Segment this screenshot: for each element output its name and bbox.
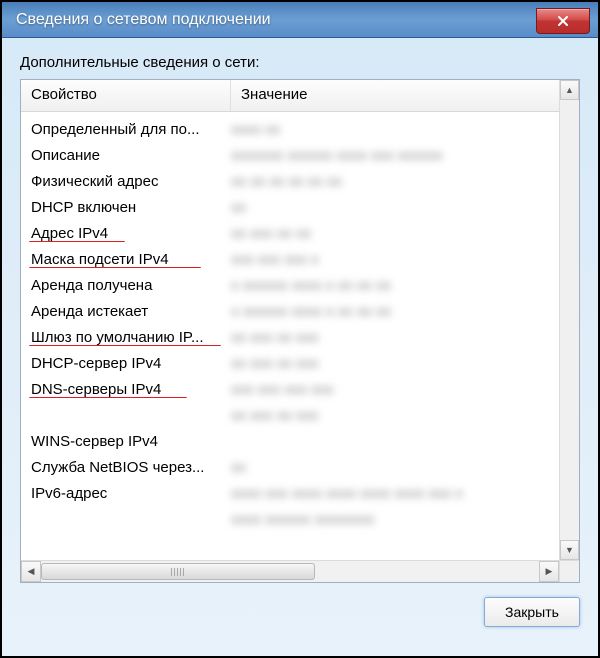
table-row: DNS-серверы IPv4xxx xxx xxx xxx xyxy=(21,376,579,402)
table-row: DHCP включенxx xyxy=(21,194,579,220)
prop-label: Адрес IPv4 xyxy=(21,225,231,242)
prop-label: Описание xyxy=(21,147,231,164)
details-list: Свойство Значение Определенный для по...… xyxy=(20,79,580,583)
prop-label: Служба NetBIOS через... xyxy=(21,459,231,476)
scroll-left-icon[interactable]: ◀ xyxy=(21,561,41,582)
horizontal-scrollbar[interactable]: ◀ ▶ xyxy=(21,560,559,582)
prop-value: xxxx xx xyxy=(231,121,579,138)
scroll-corner xyxy=(559,560,579,582)
table-row: Маска подсети IPv4xxx xxx xxx x xyxy=(21,246,579,272)
scroll-thumb[interactable] xyxy=(41,563,315,580)
table-row: Служба NetBIOS через...xx xyxy=(21,454,579,480)
table-row: xxxx xxxxxx xxxxxxxx xyxy=(21,506,579,532)
prop-value: x xxxxxx xxxx x xx xx xx xyxy=(231,277,579,294)
section-label: Дополнительные сведения о сети: xyxy=(20,54,580,71)
list-header: Свойство Значение xyxy=(21,80,579,112)
column-header-property[interactable]: Свойство xyxy=(21,80,231,111)
table-row: Адрес IPv4xx xxx xx xx xyxy=(21,220,579,246)
table-row: DHCP-сервер IPv4xx xxx xx xxx xyxy=(21,350,579,376)
window-title: Сведения о сетевом подключении xyxy=(16,11,271,29)
prop-value: xxxx xxx xxxx xxxx xxxx xxxx xxx x xyxy=(231,485,579,502)
prop-value: xx xxx xx xxx xyxy=(231,407,579,424)
prop-label: IPv6-адрес xyxy=(21,485,231,502)
prop-value: xxxxxxx xxxxxx xxxx xxx xxxxxx xyxy=(231,147,579,164)
table-row: Физический адресxx xx xx xx xx xx xyxy=(21,168,579,194)
prop-label: Физический адрес xyxy=(21,173,231,190)
column-header-value[interactable]: Значение xyxy=(231,80,579,111)
scroll-up-icon[interactable]: ▲ xyxy=(560,80,579,100)
table-row: xx xxx xx xxx xyxy=(21,402,579,428)
table-row: Определенный для по...xxxx xx xyxy=(21,116,579,142)
titlebar: Сведения о сетевом подключении xyxy=(2,2,598,38)
scroll-right-icon[interactable]: ▶ xyxy=(539,561,559,582)
prop-label: Определенный для по... xyxy=(21,121,231,138)
dialog-content: Дополнительные сведения о сети: Свойство… xyxy=(2,38,598,641)
prop-value: xxx xxx xxx x xyxy=(231,251,579,268)
table-row: WINS-сервер IPv4 xyxy=(21,428,579,454)
list-body: Определенный для по...xxxx xx Описаниеxx… xyxy=(21,112,579,562)
table-row: Описаниеxxxxxxx xxxxxx xxxx xxx xxxxxx xyxy=(21,142,579,168)
button-row: Закрыть xyxy=(20,597,580,627)
prop-label: Аренда истекает xyxy=(21,303,231,320)
prop-label: Маска подсети IPv4 xyxy=(21,251,231,268)
prop-label: Шлюз по умолчанию IP... xyxy=(21,329,231,346)
close-button[interactable]: Закрыть xyxy=(484,597,580,627)
prop-value: x xxxxxx xxxx x xx xx xx xyxy=(231,303,579,320)
dialog-window: Сведения о сетевом подключении Дополните… xyxy=(2,2,598,656)
prop-label: Аренда получена xyxy=(21,277,231,294)
table-row: Аренда полученаx xxxxxx xxxx x xx xx xx xyxy=(21,272,579,298)
prop-value: xxx xxx xxx xxx xyxy=(231,381,579,398)
prop-value: xx xxx xx xx xyxy=(231,225,579,242)
prop-label: WINS-сервер IPv4 xyxy=(21,433,231,450)
close-icon[interactable] xyxy=(536,8,590,34)
prop-value: xxxx xxxxxx xxxxxxxx xyxy=(231,511,579,528)
prop-value: xx xyxy=(231,199,579,216)
table-row: IPv6-адресxxxx xxx xxxx xxxx xxxx xxxx x… xyxy=(21,480,579,506)
scroll-down-icon[interactable]: ▼ xyxy=(560,540,579,560)
prop-value: xx xxx xx xxx xyxy=(231,355,579,372)
vertical-scrollbar[interactable]: ▲ ▼ xyxy=(559,80,579,560)
prop-label: DHCP включен xyxy=(21,199,231,216)
prop-label: DHCP-сервер IPv4 xyxy=(21,355,231,372)
table-row: Аренда истекаетx xxxxxx xxxx x xx xx xx xyxy=(21,298,579,324)
prop-value: xx xx xx xx xx xx xyxy=(231,173,579,190)
prop-label: DNS-серверы IPv4 xyxy=(21,381,231,398)
prop-value: xx xyxy=(231,459,579,476)
table-row: Шлюз по умолчанию IP...xx xxx xx xxx xyxy=(21,324,579,350)
prop-value: xx xxx xx xxx xyxy=(231,329,579,346)
